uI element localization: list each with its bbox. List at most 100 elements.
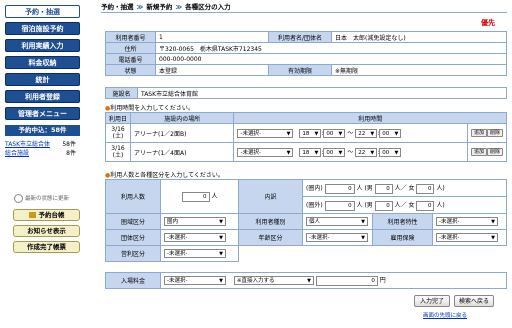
row-date-text: 3/16	[111, 145, 125, 152]
select-value: -未選択-	[439, 219, 460, 225]
select-value: ※直接入力する	[236, 278, 275, 284]
completed-forms-button[interactable]: 作成完了帳票	[13, 241, 80, 253]
out-male-input[interactable]: 0	[374, 200, 393, 211]
row-actions: 追加 削除	[466, 142, 508, 162]
back-to-search-button[interactable]: 検索へ戻る	[454, 295, 494, 307]
fee-amount-input[interactable]: 0	[315, 276, 378, 286]
refresh-label: 最新の状態に更新	[25, 196, 70, 202]
count-instruction: ●利用人数と各種区分を入力してください。	[105, 170, 224, 179]
end-minute-select[interactable]: 00 ▼	[379, 129, 402, 138]
chevron-down-icon: ▼	[370, 131, 375, 137]
breakdown-in-row: (圏内) 0 人 (男 0 人／ 女 0 人)	[302, 179, 507, 197]
chevron-down-icon: ▼	[219, 278, 223, 284]
select-value: 18	[302, 150, 310, 156]
status-value: 本登録	[155, 64, 269, 76]
row-dow-text: (土)	[112, 133, 124, 140]
facility-value: TASK市立総合体育館	[137, 87, 507, 99]
out-female-input[interactable]: 0	[416, 200, 435, 211]
start-minute-select[interactable]: 00 ▼	[323, 129, 346, 138]
end-hour-select[interactable]: 22 ▼	[355, 148, 378, 157]
nav-fee-collection[interactable]: 料金収納	[5, 56, 80, 69]
breadcrumb-separator: ≫	[175, 3, 183, 11]
select-value: 個人	[309, 219, 321, 225]
select-value: -未選択-	[240, 131, 261, 137]
status-label: 状態	[105, 64, 156, 76]
in-male-input[interactable]: 0	[374, 183, 393, 194]
in-total-input[interactable]: 0	[324, 183, 355, 194]
col-place: 施設内の場所	[130, 112, 235, 124]
reserve-item-count: 8件	[66, 150, 76, 157]
chevron-down-icon: ▼	[286, 131, 291, 137]
group-category-select[interactable]: -未選択- ▼	[164, 233, 226, 242]
back-to-top-link[interactable]: 画面の先頭に戻る	[423, 311, 467, 319]
group-category-label: 団体区分	[105, 229, 161, 246]
start-hour-select[interactable]: 18 ▼	[299, 148, 322, 157]
close-label: 人)	[436, 184, 445, 192]
reservation-ledger-button[interactable]: 予約台帳	[13, 209, 80, 221]
user-type-select[interactable]: 個人 ▼	[306, 217, 368, 226]
user-number-value: 1	[155, 31, 269, 43]
user-trait-select[interactable]: -未選択- ▼	[436, 217, 498, 226]
row-date-text: 3/16	[111, 126, 125, 133]
nav-statistics[interactable]: 統計	[5, 73, 80, 86]
user-info-table: 利用者番号 1 利用者名/団体名 日本 太郎(減免設定なし) 住所 〒320-0065 …	[105, 31, 507, 76]
refresh-icon	[14, 194, 23, 203]
age-category-select[interactable]: -未選択- ▼	[306, 233, 368, 242]
nav-usage-input[interactable]: 利用実績入力	[5, 39, 80, 52]
input-complete-button[interactable]: 入力完了	[414, 295, 450, 307]
breadcrumb-item: 各種区分の入力	[185, 3, 231, 11]
chevron-down-icon: ▼	[338, 150, 343, 156]
select-value: 18	[302, 131, 310, 137]
header-divider	[101, 12, 507, 13]
delete-button[interactable]: 削除	[486, 129, 503, 137]
button-label: 作成完了帳票	[27, 243, 66, 251]
people-input[interactable]: 0	[181, 192, 210, 202]
in-female-input[interactable]: 0	[416, 183, 435, 194]
select-value: -未選択-	[167, 251, 188, 257]
start-hour-select[interactable]: 18 ▼	[299, 129, 322, 138]
select-value: -未選択-	[167, 278, 188, 284]
chevron-down-icon: ▼	[314, 131, 319, 137]
chevron-down-icon: ▼	[314, 150, 319, 156]
user-name-label: 利用者名/団体名	[268, 31, 332, 43]
employment-insurance-select[interactable]: -未選択- ▼	[436, 233, 498, 242]
entry-fee-select[interactable]: -未選択- ▼	[164, 276, 226, 285]
area-category-select[interactable]: 圏内 ▼	[164, 217, 226, 226]
chevron-down-icon: ▼	[361, 235, 365, 241]
add-button[interactable]: 追加	[470, 129, 487, 137]
nav-lodging-reserve[interactable]: 宿泊施設予約	[5, 22, 80, 35]
refresh-link[interactable]: 最新の状態に更新	[14, 194, 88, 203]
fee-table: 入場料金 -未選択- ▼ ※直接入力する ▼ 0 円	[105, 272, 507, 289]
entry-fee-label: 入場料金	[105, 272, 161, 289]
row-date: 3/16 (土)	[104, 142, 132, 162]
start-minute-select[interactable]: 00 ▼	[323, 148, 346, 157]
end-hour-select[interactable]: 22 ▼	[355, 129, 378, 138]
yen-unit: 円	[379, 277, 386, 284]
breakdown-label: 内訳	[238, 179, 303, 214]
profit-category-label: 営利区分	[105, 245, 161, 262]
breadcrumb: 予約・抽選 ≫ 新規予約 ≫ 各種区分の入力	[101, 1, 231, 11]
time-type-select[interactable]: -未選択- ▼	[237, 129, 294, 138]
male-label: 人 (男	[356, 201, 373, 209]
direct-input-select[interactable]: ※直接入力する ▼	[233, 276, 314, 285]
reserve-list-item[interactable]: 総合施設 8件	[5, 148, 80, 157]
breadcrumb-separator: ≫	[136, 3, 144, 11]
chevron-down-icon: ▼	[394, 131, 399, 137]
nav-admin-menu[interactable]: 管理者メニュー	[5, 107, 80, 120]
nav-user-register[interactable]: 利用者登録	[5, 90, 80, 103]
user-type-label: 利用者種別	[238, 213, 303, 230]
profit-category-select[interactable]: -未選択- ▼	[164, 249, 226, 258]
chevron-down-icon: ▼	[491, 219, 495, 225]
row-actions: 追加 削除	[466, 123, 508, 143]
add-button[interactable]: 追加	[470, 148, 487, 156]
out-total-input[interactable]: 0	[324, 200, 355, 211]
delete-button[interactable]: 削除	[486, 148, 503, 156]
nav-reserve-lottery[interactable]: 予約・抽選	[5, 5, 80, 18]
reserve-item-name: 総合施設	[5, 150, 30, 157]
time-type-select[interactable]: -未選択- ▼	[237, 148, 294, 157]
notice-display-button[interactable]: お知らせ表示	[13, 225, 80, 237]
reserve-list-item[interactable]: TASK市立総合体 58件	[5, 139, 80, 148]
col-date: 利用日	[104, 112, 132, 124]
end-minute-select[interactable]: 00 ▼	[379, 148, 402, 157]
phone-label: 電話番号	[105, 53, 156, 65]
